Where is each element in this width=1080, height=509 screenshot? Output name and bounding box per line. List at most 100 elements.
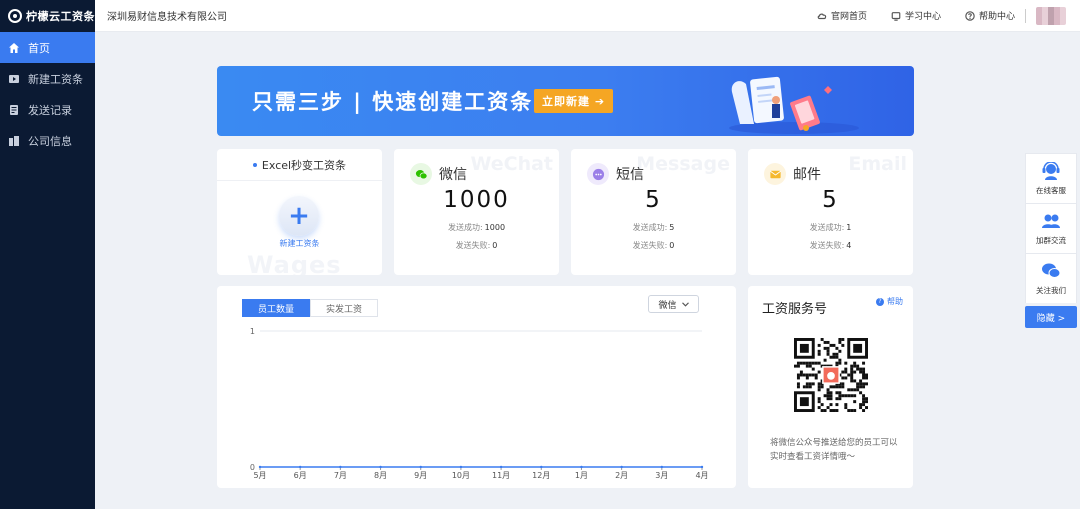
building-icon (8, 135, 20, 147)
x-tick-label: 12月 (532, 471, 550, 480)
hide-toolbar-button[interactable]: 隐藏 > (1025, 306, 1077, 328)
qr-description: 将微信公众号推送给您的员工可以实时查看工资详情哦～ (770, 438, 898, 462)
qr-code (794, 338, 868, 412)
sidebar: 柠檬云工资条 首页 新建工资条 发送记录 公司信息 (0, 0, 95, 509)
app-logo[interactable]: 柠檬云工资条 (0, 0, 95, 32)
banner-illustration (729, 76, 859, 134)
salary-service-account-card: 工资服务号 ? 帮助 将微信公众号推送给您的员工可以实时查看工资详情哦～ (748, 286, 913, 488)
tab-net-salary[interactable]: 实发工资 (310, 299, 378, 317)
data-point (419, 465, 422, 469)
user-avatar[interactable] (1036, 6, 1066, 25)
x-tick-label: 7月 (334, 471, 347, 480)
fail-label: 发送失败: (632, 241, 668, 250)
sidebar-item-send-records[interactable]: 发送记录 (0, 94, 95, 125)
sidebar-item-label: 公司信息 (28, 134, 72, 148)
x-tick-label: 6月 (294, 471, 307, 480)
x-tick-label: 3月 (655, 471, 668, 480)
cloud-icon (817, 13, 827, 19)
float-item-label: 加群交流 (1036, 235, 1066, 245)
top-header: 深圳易财信息技术有限公司 官网首页 学习中心 帮助中心 (95, 0, 1080, 32)
group-icon (1042, 214, 1060, 228)
wechat-stat-card: WeChat 微信 1000 发送成功: 1000 发送失败: 0 (394, 149, 559, 275)
sidebar-item-label: 首页 (28, 41, 50, 55)
header-link-label: 官网首页 (830, 12, 867, 22)
question-icon: ? (876, 297, 884, 306)
excel-card-title-text: Excel秒变工资条 (261, 158, 347, 172)
excel-payslip-card: Excel秒变工资条 Wages + 新建工资条 (217, 149, 382, 275)
fail-label: 发送失败: (455, 241, 491, 250)
header-link-learning[interactable]: 学习中心 (891, 9, 941, 22)
sidebar-item-label: 新建工资条 (28, 72, 83, 86)
x-tick-label: 9月 (414, 471, 427, 480)
header-link-label: 帮助中心 (978, 12, 1015, 22)
qr-card-title: 工资服务号 (762, 302, 828, 317)
data-point (379, 465, 382, 469)
card-watermark: WeChat (470, 153, 553, 175)
new-payslip-label[interactable]: 新建工资条 (217, 238, 382, 249)
success-label: 发送成功: (809, 223, 845, 232)
success-label: 发送成功: (632, 223, 668, 232)
fail-value: 4 (846, 241, 852, 250)
header-divider (1025, 8, 1026, 23)
success-label: 发送成功: (447, 223, 483, 232)
channel-name: 微信 (439, 167, 467, 183)
fail-count: 发送失败: 0 (394, 240, 559, 251)
wechat-follow-icon (1042, 263, 1061, 278)
data-point (339, 465, 342, 469)
statistics-chart-card: 0 1 5月 6月 7月 8月 9月 10月 11月 12月 1月 2月 3月 4月 员工数量 实发工资 … (217, 286, 736, 488)
data-point (499, 465, 503, 469)
help-link-label: 帮助 (887, 297, 903, 306)
create-now-button[interactable]: 立即新建 ➔ (534, 89, 614, 113)
send-total: 5 (645, 187, 662, 213)
send-total: 1000 (443, 187, 510, 213)
x-tick-label: 8月 (374, 471, 387, 480)
help-icon (965, 10, 975, 21)
channel-select[interactable]: 微信 (648, 295, 699, 313)
fail-label: 发送失败: (809, 241, 845, 250)
help-link[interactable]: ? 帮助 (876, 296, 903, 307)
fail-value: 0 (669, 241, 675, 250)
logo-text: 柠檬云工资条 (26, 10, 95, 23)
data-point (258, 465, 262, 469)
data-point (700, 465, 704, 469)
card-watermark: Message (636, 153, 730, 175)
chevron-down-icon (681, 301, 689, 307)
mail-icon (764, 163, 786, 185)
success-count: 发送成功: 5 (571, 222, 736, 233)
sidebar-item-new-payslip[interactable]: 新建工资条 (0, 63, 95, 94)
wages-watermark: Wages (247, 251, 342, 275)
data-point (660, 465, 664, 469)
x-tick-label: 4月 (695, 471, 708, 480)
email-stat-card: Email 邮件 5 发送成功: 1 发送失败: 4 (748, 149, 913, 275)
banner-headline: 只需三步 | 快速创建工资条 (252, 90, 534, 114)
float-item-label: 关注我们 (1036, 285, 1066, 295)
company-name: 深圳易财信息技术有限公司 (107, 12, 227, 23)
play-icon (8, 73, 20, 85)
success-value: 1000 (484, 223, 506, 232)
data-point (620, 465, 623, 469)
x-tick-label: 10月 (452, 471, 470, 480)
tab-employee-count[interactable]: 员工数量 (242, 299, 310, 317)
header-link-help[interactable]: 帮助中心 (965, 9, 1015, 22)
data-point (580, 465, 583, 469)
sidebar-item-company-info[interactable]: 公司信息 (0, 125, 95, 156)
x-tick-label: 2月 (615, 471, 628, 480)
sms-stat-card: Message 短信 5 发送成功: 5 发送失败: 0 (571, 149, 736, 275)
float-item-label: 在线客服 (1036, 185, 1066, 195)
header-link-website[interactable]: 官网首页 (817, 9, 867, 22)
fail-count: 发送失败: 0 (571, 240, 736, 251)
data-point (540, 465, 543, 469)
home-icon (8, 42, 20, 54)
list-icon (8, 104, 20, 116)
promo-banner[interactable]: 只需三步 | 快速创建工资条 立即新建 ➔ (217, 66, 914, 136)
online-service-button[interactable]: 在线客服 (1025, 153, 1077, 203)
follow-us-button[interactable]: 关注我们 (1025, 253, 1077, 303)
join-group-button[interactable]: 加群交流 (1025, 203, 1077, 253)
bullet-dot (252, 162, 257, 167)
sidebar-item-home[interactable]: 首页 (0, 32, 95, 63)
success-count: 发送成功: 1 (748, 222, 913, 233)
new-payslip-button[interactable]: + (279, 196, 319, 236)
sms-icon (587, 163, 609, 185)
fail-value: 0 (492, 241, 498, 250)
data-point (459, 465, 463, 469)
